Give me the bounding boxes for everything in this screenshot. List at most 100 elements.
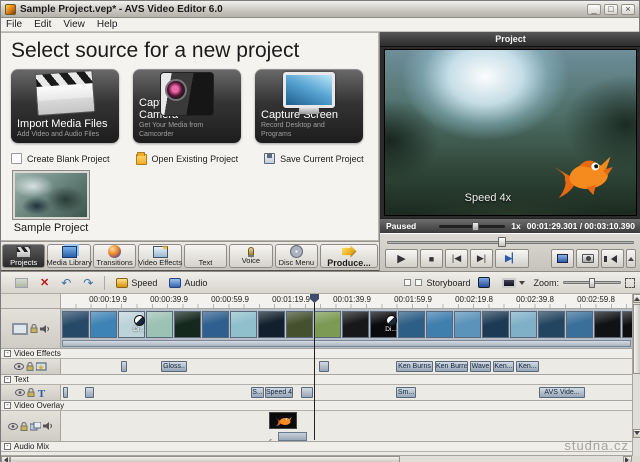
tab-media-library[interactable]: Media Library bbox=[47, 244, 90, 268]
mixer-button[interactable] bbox=[474, 276, 494, 289]
timeline-mode-icon[interactable] bbox=[404, 279, 411, 286]
collapse-icon[interactable]: - bbox=[4, 402, 11, 409]
play-button[interactable]: ▶ bbox=[385, 249, 418, 268]
effect-clip[interactable] bbox=[319, 361, 329, 372]
next-scene-button[interactable]: ▶▏ bbox=[495, 249, 529, 268]
snapshot-button[interactable] bbox=[576, 249, 599, 268]
video-clip[interactable] bbox=[90, 311, 117, 338]
horizontal-scrollbar[interactable] bbox=[1, 455, 632, 462]
scroll-down-button[interactable] bbox=[633, 429, 640, 438]
lock-icon[interactable] bbox=[20, 422, 28, 431]
storyboard-mode-icon[interactable] bbox=[415, 279, 422, 286]
effect-clip[interactable] bbox=[121, 361, 127, 372]
text-clip[interactable]: S... bbox=[251, 387, 264, 398]
scroll-right-button[interactable] bbox=[623, 456, 632, 462]
split-button[interactable] bbox=[11, 277, 32, 289]
collapse-icon[interactable]: - bbox=[4, 376, 11, 383]
recent-project-thumbnail[interactable] bbox=[13, 171, 89, 219]
zoom-thumb[interactable] bbox=[589, 278, 595, 288]
eye-icon[interactable] bbox=[8, 423, 18, 430]
menu-item-view[interactable]: View bbox=[63, 19, 85, 30]
volume-button[interactable] bbox=[601, 249, 624, 268]
video-overlay-track-content[interactable]: fi... bbox=[61, 411, 640, 441]
lock-icon[interactable] bbox=[27, 388, 35, 397]
vertical-scroll-thumb[interactable] bbox=[633, 304, 640, 374]
redo-button[interactable]: ↷ bbox=[79, 276, 97, 290]
volume-dropdown[interactable] bbox=[626, 249, 636, 268]
transition-badge[interactable]: Di... bbox=[383, 315, 399, 333]
minimize-button[interactable]: _ bbox=[587, 4, 601, 15]
transition-badge[interactable]: Di... bbox=[131, 315, 147, 333]
seek-thumb[interactable] bbox=[498, 237, 506, 247]
eye-icon[interactable] bbox=[14, 363, 24, 370]
menu-item-help[interactable]: Help bbox=[97, 19, 118, 30]
vertical-scrollbar[interactable] bbox=[632, 294, 640, 456]
video-clip[interactable] bbox=[538, 311, 565, 338]
video-clip[interactable] bbox=[258, 311, 285, 338]
video-clip[interactable] bbox=[454, 311, 481, 338]
video-clip[interactable] bbox=[174, 311, 201, 338]
seek-slider[interactable] bbox=[387, 237, 634, 247]
video-clip[interactable] bbox=[146, 311, 173, 338]
video-clip[interactable] bbox=[426, 311, 453, 338]
link-open-existing-project[interactable]: Open Existing Project bbox=[136, 152, 239, 165]
video-clip[interactable] bbox=[202, 311, 229, 338]
maximize-button[interactable]: □ bbox=[604, 4, 618, 15]
speed-slider[interactable] bbox=[439, 225, 505, 228]
video-clip[interactable] bbox=[230, 311, 257, 338]
tab-produce[interactable]: Produce... bbox=[320, 244, 378, 268]
text-clip[interactable] bbox=[301, 387, 313, 398]
ruler-scale[interactable]: 00:00:19.900:00:39.900:00:59.900:01:19.9… bbox=[61, 294, 640, 308]
mute-speaker-icon[interactable] bbox=[40, 325, 50, 333]
overlay-audio-strip[interactable] bbox=[278, 432, 307, 441]
storyboard-label[interactable]: Storyboard bbox=[426, 278, 470, 288]
video-clip[interactable] bbox=[482, 311, 509, 338]
tab-projects[interactable]: Projects bbox=[2, 244, 45, 268]
text-clip[interactable]: Speed 4x bbox=[265, 387, 293, 398]
scroll-up-button[interactable] bbox=[633, 294, 640, 303]
next-frame-button[interactable]: ▶| bbox=[470, 249, 493, 268]
playhead[interactable] bbox=[314, 294, 315, 440]
video-clip[interactable] bbox=[510, 311, 537, 338]
tab-text[interactable]: Text bbox=[184, 244, 227, 268]
video-audio-strip[interactable] bbox=[62, 340, 631, 347]
video-clip[interactable] bbox=[398, 311, 425, 338]
lock-icon[interactable] bbox=[26, 362, 34, 371]
video-clip[interactable] bbox=[62, 311, 89, 338]
mute-speaker-icon[interactable] bbox=[43, 422, 53, 430]
audio-button[interactable]: Audio bbox=[165, 277, 211, 289]
effect-clip[interactable]: Wave bbox=[470, 361, 491, 372]
effect-clip[interactable]: Gloss.. bbox=[161, 361, 187, 372]
action-card-capture-from-camera[interactable]: Capture from CameraGet Your Media from C… bbox=[133, 69, 241, 143]
effect-clip[interactable]: Ken Burns bbox=[435, 361, 468, 372]
video-clip[interactable] bbox=[314, 311, 341, 338]
text-clip[interactable] bbox=[63, 387, 68, 398]
video-clip[interactable] bbox=[342, 311, 369, 338]
effect-clip[interactable]: Ken... bbox=[516, 361, 539, 372]
video-clip[interactable] bbox=[286, 311, 313, 338]
overlay-clip[interactable]: fi... bbox=[269, 412, 309, 441]
text-track-content[interactable]: S...Speed 4x Sm... AVS Vide... bbox=[61, 385, 640, 400]
zoom-slider[interactable] bbox=[563, 281, 621, 284]
delete-button[interactable]: ✕ bbox=[36, 275, 53, 290]
eye-icon[interactable] bbox=[15, 389, 25, 396]
menu-item-file[interactable]: File bbox=[6, 19, 22, 30]
scroll-left-button[interactable] bbox=[1, 456, 10, 462]
stop-button[interactable]: ■ bbox=[420, 249, 443, 268]
action-card-import-media-files[interactable]: Import Media FilesAdd Video and Audio Fi… bbox=[11, 69, 119, 143]
video-track-content[interactable]: Di... Di... bbox=[61, 309, 640, 348]
tab-video-effects[interactable]: Video Effects bbox=[138, 244, 181, 268]
link-save-current-project[interactable]: Save Current Project bbox=[264, 153, 364, 164]
fullscreen-button[interactable] bbox=[551, 249, 574, 268]
title-bar[interactable]: Sample Project.vep* - AVS Video Editor 6… bbox=[1, 1, 639, 18]
display-button[interactable] bbox=[498, 277, 529, 289]
undo-button[interactable]: ↶ bbox=[57, 276, 75, 290]
tab-transitions[interactable]: Transitions bbox=[93, 244, 136, 268]
text-clip[interactable]: AVS Vide... bbox=[539, 387, 585, 398]
tab-voice[interactable]: Voice bbox=[229, 244, 272, 268]
text-clip[interactable]: Sm... bbox=[396, 387, 416, 398]
menu-item-edit[interactable]: Edit bbox=[34, 19, 51, 30]
fit-timeline-icon[interactable] bbox=[625, 278, 635, 288]
effect-clip[interactable]: Ken... bbox=[493, 361, 514, 372]
text-clip[interactable] bbox=[85, 387, 94, 398]
